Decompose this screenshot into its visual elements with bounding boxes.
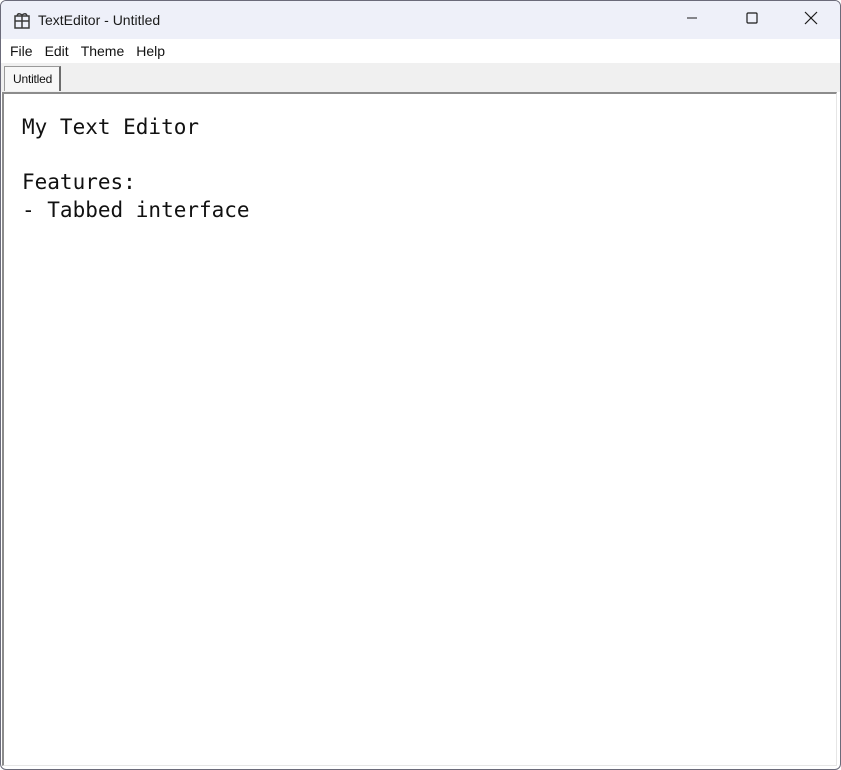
minimize-button[interactable] xyxy=(663,1,721,39)
close-icon xyxy=(804,11,818,30)
app-icon[interactable] xyxy=(13,11,31,29)
maximize-button[interactable] xyxy=(723,1,781,39)
menu-edit[interactable]: Edit xyxy=(39,39,75,63)
editor-line: - Tabbed interface xyxy=(22,197,250,222)
menu-bar: File Edit Theme Help xyxy=(1,39,840,63)
editor-line: Features: xyxy=(22,170,136,194)
close-button[interactable] xyxy=(782,1,840,39)
menu-file[interactable]: File xyxy=(1,39,39,63)
menu-help[interactable]: Help xyxy=(130,39,171,63)
text-editor-area[interactable]: My Text Editor Features: - Tabbed interf… xyxy=(2,92,837,766)
editor-content[interactable]: My Text Editor Features: - Tabbed interf… xyxy=(22,114,250,224)
maximize-icon xyxy=(746,11,758,29)
minimize-icon xyxy=(686,11,698,29)
editor-line: My Text Editor xyxy=(22,115,200,139)
tab-strip: Untitled xyxy=(1,63,840,92)
application-window: TextEditor - Untitled File Edit Theme He… xyxy=(0,0,841,770)
window-title: TextEditor - Untitled xyxy=(38,12,161,28)
menu-theme[interactable]: Theme xyxy=(75,39,131,63)
title-bar[interactable]: TextEditor - Untitled xyxy=(1,1,840,39)
tab-untitled[interactable]: Untitled xyxy=(4,66,62,91)
